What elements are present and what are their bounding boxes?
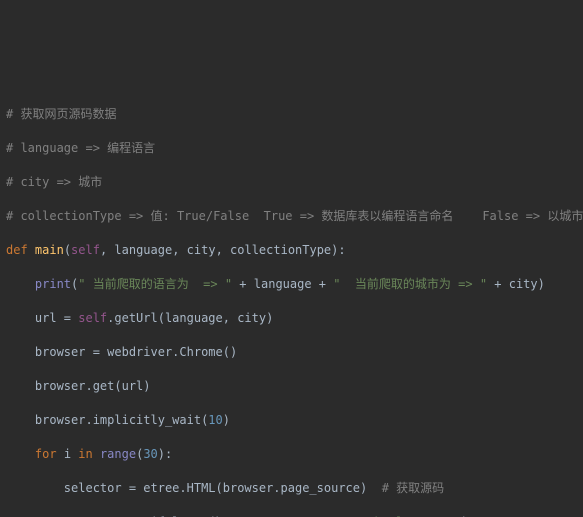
- number: 10: [208, 413, 222, 427]
- var: language: [254, 277, 312, 291]
- comment: # 获取网页源码数据: [6, 107, 116, 121]
- keyword-in: in: [71, 447, 100, 461]
- param: collectionType: [230, 243, 331, 257]
- self: self: [78, 311, 107, 325]
- paren: ):: [331, 243, 345, 257]
- string: "html.parser": [367, 515, 461, 517]
- string: " 当前爬取的城市为 => ": [333, 277, 487, 291]
- tail: + city): [487, 277, 545, 291]
- code-line: soup = BeautifulSoup(browser.page_source…: [6, 514, 577, 517]
- comment: # language => 编程语言: [6, 141, 155, 155]
- func-name: main: [35, 243, 64, 257]
- code-text: browser = webdriver.Chrome(): [6, 345, 237, 359]
- comment: # collectionType => 值: True/False True =…: [6, 209, 583, 223]
- code-line: # 获取网页源码数据: [6, 106, 577, 123]
- keyword-def: def: [6, 243, 35, 257]
- code-text: browser.implicitly_wait(: [6, 413, 208, 427]
- code-text: ):: [158, 447, 172, 461]
- plus: +: [312, 277, 334, 291]
- builtin-range: range: [100, 447, 136, 461]
- code-line: for i in range(30):: [6, 446, 577, 463]
- code-text: soup = BeautifulSoup(browser.page_source…: [6, 515, 367, 517]
- code-text: browser.get(url): [6, 379, 151, 393]
- code-line: browser.get(url): [6, 378, 577, 395]
- param-self: self: [71, 243, 100, 257]
- comma: ,: [100, 243, 114, 257]
- code-text: ): [461, 515, 468, 517]
- code-block: # 获取网页源码数据 # language => 编程语言 # city => …: [0, 85, 583, 517]
- code-line: # collectionType => 值: True/False True =…: [6, 208, 577, 225]
- comment: # city => 城市: [6, 175, 102, 189]
- code-line: selector = etree.HTML(browser.page_sourc…: [6, 480, 577, 497]
- indent: [6, 447, 35, 461]
- code-line: # language => 编程语言: [6, 140, 577, 157]
- code-text: selector = etree.HTML(browser.page_sourc…: [6, 481, 382, 495]
- code-text: ): [223, 413, 230, 427]
- plus: +: [232, 277, 254, 291]
- code-line: def main(self, language, city, collectio…: [6, 242, 577, 259]
- param: language: [114, 243, 172, 257]
- comment: # 获取源码: [382, 481, 444, 495]
- code-text: url =: [6, 311, 78, 325]
- param: city: [187, 243, 216, 257]
- comma: ,: [216, 243, 230, 257]
- comma: ,: [172, 243, 186, 257]
- string: " 当前爬取的语言为 => ": [78, 277, 232, 291]
- builtin-print: print: [35, 277, 71, 291]
- keyword-for: for: [35, 447, 64, 461]
- code-line: browser.implicitly_wait(10): [6, 412, 577, 429]
- indent: [6, 277, 35, 291]
- code-line: print(" 当前爬取的语言为 => " + language + " 当前爬…: [6, 276, 577, 293]
- code-line: url = self.getUrl(language, city): [6, 310, 577, 327]
- code-text: .getUrl(language, city): [107, 311, 273, 325]
- code-line: # city => 城市: [6, 174, 577, 191]
- var-i: i: [64, 447, 71, 461]
- number: 30: [143, 447, 157, 461]
- code-line: browser = webdriver.Chrome(): [6, 344, 577, 361]
- paren: (: [64, 243, 71, 257]
